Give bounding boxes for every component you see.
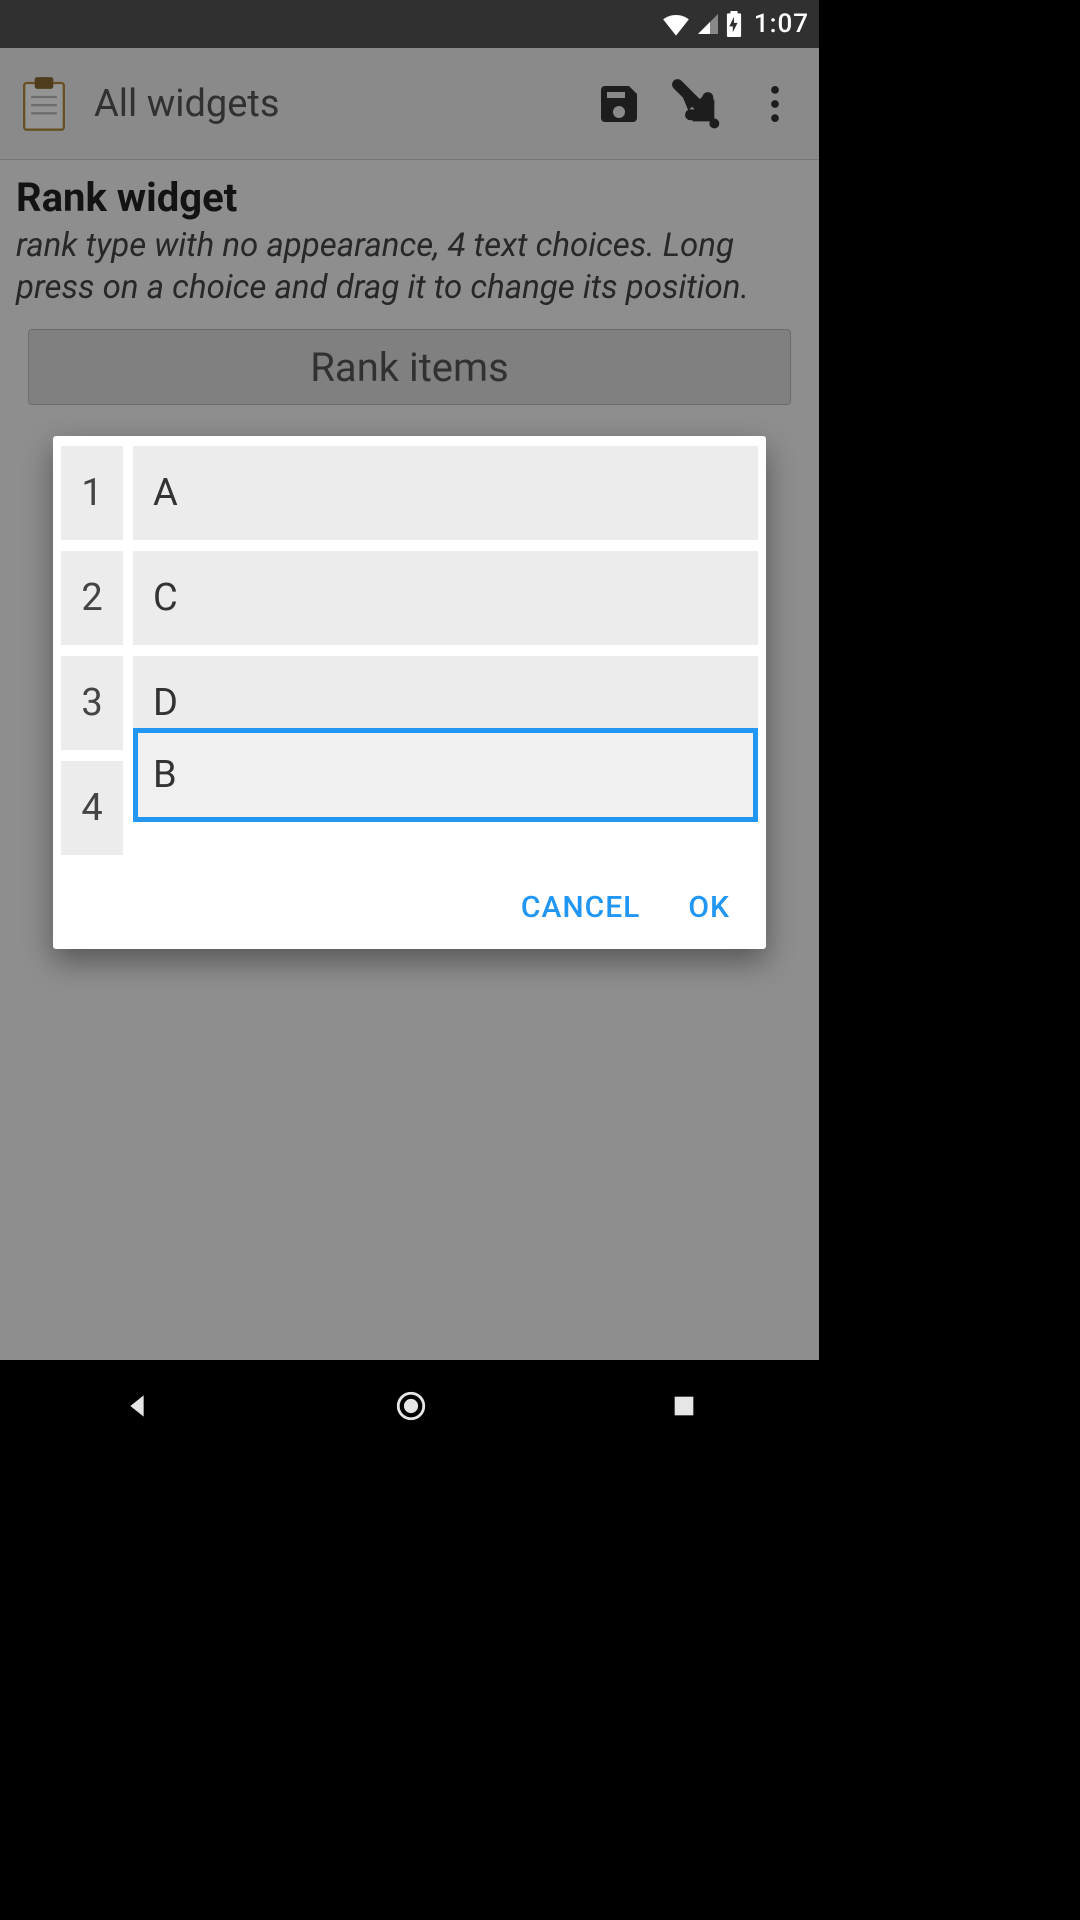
rank-number: 3 — [61, 656, 123, 750]
battery-charging-icon — [726, 11, 742, 37]
rank-item-label: D — [153, 681, 178, 725]
nav-back-icon[interactable] — [121, 1390, 153, 1426]
dialog-actions: CANCEL OK — [61, 860, 758, 941]
rank-dialog: 1 2 3 4 A C D B CANCEL OK — [53, 436, 766, 949]
rank-list: 1 2 3 4 A C D B — [61, 446, 758, 860]
rank-item-dragging[interactable]: B — [133, 728, 758, 822]
rank-number: 4 — [61, 761, 123, 855]
rank-number: 2 — [61, 551, 123, 645]
rank-item-label: A — [153, 471, 178, 515]
rank-number: 1 — [61, 446, 123, 540]
nav-recent-icon[interactable] — [670, 1392, 698, 1424]
cell-signal-icon — [696, 12, 720, 36]
rank-item-label: C — [153, 576, 178, 620]
nav-home-icon[interactable] — [394, 1389, 428, 1427]
rank-item[interactable]: C — [133, 551, 758, 645]
status-clock: 1:07 — [754, 9, 809, 39]
rank-item-label: B — [153, 753, 177, 797]
wifi-icon — [662, 12, 690, 36]
navigation-bar — [0, 1360, 819, 1456]
rank-item[interactable]: A — [133, 446, 758, 540]
status-bar: 1:07 — [0, 0, 819, 48]
cancel-button[interactable]: CANCEL — [521, 890, 641, 925]
ok-button[interactable]: OK — [688, 890, 730, 925]
